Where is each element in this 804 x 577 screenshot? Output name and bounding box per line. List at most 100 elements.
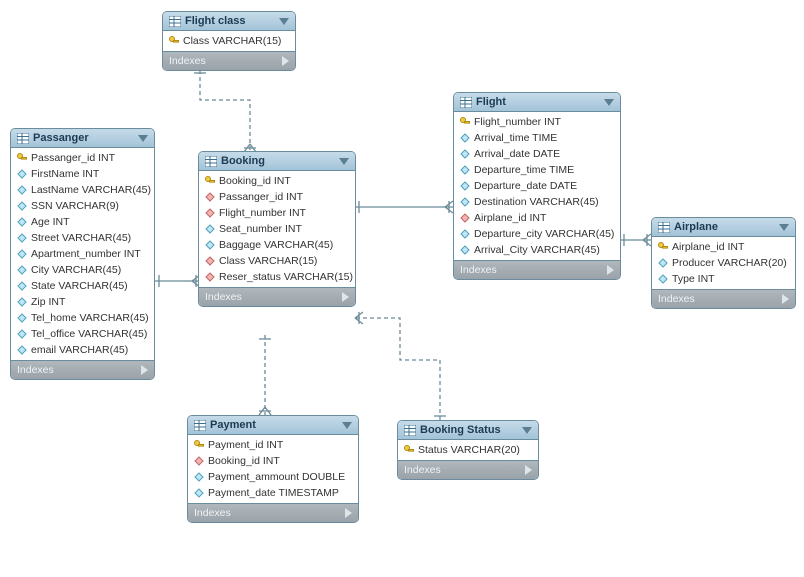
fk-diamond-icon (460, 213, 470, 223)
column-row[interactable]: Payment_ammount DOUBLE (188, 469, 358, 485)
entity-footer[interactable]: Indexes (163, 51, 295, 70)
column-text: Baggage VARCHAR(45) (219, 239, 333, 251)
column-row[interactable]: Reser_status VARCHAR(15) (199, 269, 355, 285)
column-row[interactable]: Producer VARCHAR(20) (652, 255, 795, 271)
entity-header[interactable]: Airplane (652, 218, 795, 237)
key-icon (460, 117, 470, 127)
column-text: Age INT (31, 216, 70, 228)
column-row[interactable]: Apartment_number INT (11, 246, 154, 262)
column-row[interactable]: Departure_city VARCHAR(45) (454, 226, 620, 242)
expand-icon[interactable] (282, 56, 289, 66)
column-row[interactable]: Payment_id INT (188, 437, 358, 453)
column-row[interactable]: City VARCHAR(45) (11, 262, 154, 278)
column-text: Street VARCHAR(45) (31, 232, 131, 244)
expand-icon[interactable] (525, 465, 532, 475)
column-row[interactable]: Arrival_time TIME (454, 130, 620, 146)
collapse-icon[interactable] (779, 224, 789, 231)
column-row[interactable]: Class VARCHAR(15) (199, 253, 355, 269)
diamond-icon (17, 217, 27, 227)
column-row[interactable]: FirstName INT (11, 166, 154, 182)
entity-payment[interactable]: Payment Payment_id INT Booking_id INT Pa… (187, 415, 359, 523)
column-text: Tel_home VARCHAR(45) (31, 312, 149, 324)
column-row[interactable]: Zip INT (11, 294, 154, 310)
column-text: Payment_id INT (208, 439, 283, 451)
column-row[interactable]: Airplane_id INT (454, 210, 620, 226)
column-row[interactable]: email VARCHAR(45) (11, 342, 154, 358)
column-row[interactable]: LastName VARCHAR(45) (11, 182, 154, 198)
entity-footer[interactable]: Indexes (652, 289, 795, 308)
entity-footer[interactable]: Indexes (188, 503, 358, 522)
diamond-icon (460, 197, 470, 207)
column-row[interactable]: Age INT (11, 214, 154, 230)
expand-icon[interactable] (607, 265, 614, 275)
column-row[interactable]: Booking_id INT (199, 173, 355, 189)
column-text: Arrival_date DATE (474, 148, 560, 160)
column-text: Payment_date TIMESTAMP (208, 487, 339, 499)
key-icon (169, 36, 179, 46)
expand-icon[interactable] (782, 294, 789, 304)
entity-passanger[interactable]: Passanger Passanger_id INT FirstName INT… (10, 128, 155, 380)
column-text: Passanger_id INT (31, 152, 115, 164)
expand-icon[interactable] (345, 508, 352, 518)
column-text: City VARCHAR(45) (31, 264, 121, 276)
diamond-icon (17, 329, 27, 339)
entity-header[interactable]: Booking (199, 152, 355, 171)
diamond-icon (460, 133, 470, 143)
entity-header[interactable]: Flight class (163, 12, 295, 31)
collapse-icon[interactable] (604, 99, 614, 106)
collapse-icon[interactable] (279, 18, 289, 25)
collapse-icon[interactable] (138, 135, 148, 142)
expand-icon[interactable] (141, 365, 148, 375)
column-row[interactable]: Departure_date DATE (454, 178, 620, 194)
column-text: email VARCHAR(45) (31, 344, 128, 356)
column-row[interactable]: Arrival_City VARCHAR(45) (454, 242, 620, 258)
entity-footer[interactable]: Indexes (11, 360, 154, 379)
column-row[interactable]: SSN VARCHAR(9) (11, 198, 154, 214)
column-row[interactable]: Departure_time TIME (454, 162, 620, 178)
column-row[interactable]: Seat_number INT (199, 221, 355, 237)
column-row[interactable]: Passanger_id INT (11, 150, 154, 166)
column-list: Class VARCHAR(15) (163, 31, 295, 51)
column-text: Departure_time TIME (474, 164, 574, 176)
column-row[interactable]: Payment_date TIMESTAMP (188, 485, 358, 501)
column-text: Arrival_City VARCHAR(45) (474, 244, 600, 256)
column-row[interactable]: Airplane_id INT (652, 239, 795, 255)
entity-footer[interactable]: Indexes (454, 260, 620, 279)
column-row[interactable]: Baggage VARCHAR(45) (199, 237, 355, 253)
column-row[interactable]: Arrival_date DATE (454, 146, 620, 162)
table-icon (169, 16, 181, 27)
entity-title: Booking Status (420, 424, 518, 436)
entity-booking[interactable]: Booking Booking_id INT Passanger_id INT … (198, 151, 356, 307)
column-row[interactable]: Flight_number INT (199, 205, 355, 221)
column-row[interactable]: Tel_home VARCHAR(45) (11, 310, 154, 326)
entity-header[interactable]: Payment (188, 416, 358, 435)
column-row[interactable]: Passanger_id INT (199, 189, 355, 205)
entity-flight-class[interactable]: Flight class Class VARCHAR(15) Indexes (162, 11, 296, 71)
entity-flight[interactable]: Flight Flight_number INT Arrival_time TI… (453, 92, 621, 280)
entity-booking-status[interactable]: Booking Status Status VARCHAR(20) Indexe… (397, 420, 539, 480)
column-row[interactable]: Class VARCHAR(15) (163, 33, 295, 49)
entity-header[interactable]: Flight (454, 93, 620, 112)
diamond-icon (658, 274, 668, 284)
entity-header[interactable]: Passanger (11, 129, 154, 148)
diamond-icon (17, 345, 27, 355)
collapse-icon[interactable] (522, 427, 532, 434)
column-row[interactable]: Flight_number INT (454, 114, 620, 130)
entity-header[interactable]: Booking Status (398, 421, 538, 440)
collapse-icon[interactable] (342, 422, 352, 429)
column-text: Destination VARCHAR(45) (474, 196, 599, 208)
entity-airplane[interactable]: Airplane Airplane_id INT Producer VARCHA… (651, 217, 796, 309)
collapse-icon[interactable] (339, 158, 349, 165)
column-row[interactable]: Destination VARCHAR(45) (454, 194, 620, 210)
expand-icon[interactable] (342, 292, 349, 302)
column-list: Airplane_id INT Producer VARCHAR(20) Typ… (652, 237, 795, 289)
column-row[interactable]: Street VARCHAR(45) (11, 230, 154, 246)
column-text: Departure_city VARCHAR(45) (474, 228, 614, 240)
column-row[interactable]: Type INT (652, 271, 795, 287)
column-row[interactable]: State VARCHAR(45) (11, 278, 154, 294)
column-row[interactable]: Booking_id INT (188, 453, 358, 469)
column-row[interactable]: Tel_office VARCHAR(45) (11, 326, 154, 342)
column-row[interactable]: Status VARCHAR(20) (398, 442, 538, 458)
entity-footer[interactable]: Indexes (199, 287, 355, 306)
entity-footer[interactable]: Indexes (398, 460, 538, 479)
